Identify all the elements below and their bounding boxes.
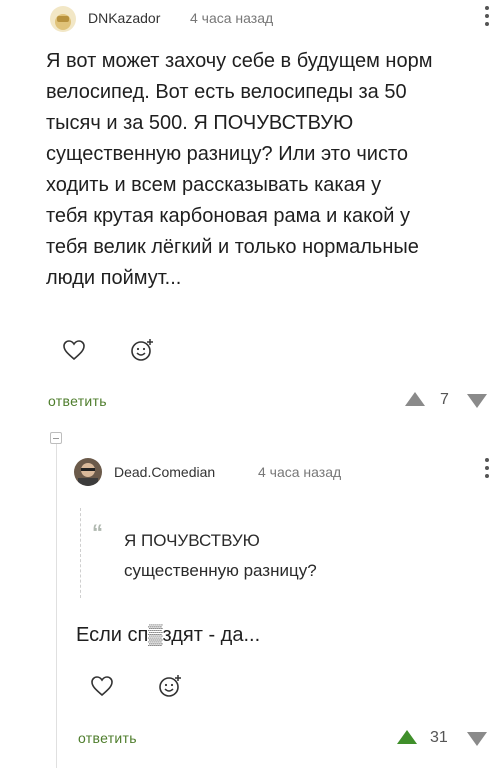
quote-text: Я ПОЧУВСТВУЮ существенную разницу?	[124, 526, 317, 586]
comment-body: Я вот может захочу себе в будущем норм в…	[46, 46, 500, 294]
emoji-add-icon	[131, 339, 153, 361]
vote-count: 7	[440, 391, 449, 408]
heart-icon	[63, 340, 85, 361]
kebab-menu-icon[interactable]	[484, 458, 490, 482]
downvote-button[interactable]	[466, 731, 488, 752]
vote-count: 31	[430, 729, 448, 746]
comment-line: тебя велик лёгкий и только нормальные	[46, 236, 419, 258]
comment-time: 4 часа назад	[258, 464, 342, 480]
downvote-icon	[467, 394, 487, 408]
comment-body: Если сп▒здят - да...	[76, 624, 261, 646]
comment-line: существенную разницу? Или это чисто	[46, 143, 409, 165]
add-reaction-button[interactable]	[122, 330, 162, 370]
kebab-menu-icon[interactable]	[484, 6, 490, 30]
like-button[interactable]	[54, 330, 94, 370]
quote-line: Я ПОЧУВСТВУЮ	[124, 531, 260, 550]
like-button[interactable]	[82, 666, 122, 706]
reply-link[interactable]: ответить	[48, 393, 107, 409]
emoji-add-icon	[159, 675, 181, 697]
avatar-image	[55, 14, 71, 30]
comment-line: Я вот может захочу себе в будущем норм	[46, 50, 433, 72]
quote-line: существенную разницу?	[124, 561, 317, 580]
quote-icon: “	[92, 520, 103, 545]
comment-line: тысяч и за 500. Я ПОЧУВСТВУЮ	[46, 112, 354, 134]
heart-icon	[91, 676, 113, 697]
collapse-icon[interactable]	[50, 432, 62, 444]
upvote-button[interactable]	[404, 391, 426, 412]
avatar[interactable]	[74, 458, 102, 486]
avatar-image	[78, 463, 98, 486]
comment-line: тебя крутая карбоновая рама и какой у	[46, 205, 410, 227]
upvote-button[interactable]	[396, 729, 418, 750]
comment-time: 4 часа назад	[190, 10, 274, 26]
avatar[interactable]	[50, 6, 76, 32]
upvote-icon	[397, 730, 417, 744]
reply-link[interactable]: ответить	[78, 730, 137, 746]
upvote-icon	[405, 392, 425, 406]
downvote-button[interactable]	[466, 393, 488, 414]
comment-author[interactable]: DNKazador	[88, 10, 160, 26]
comment-author[interactable]: Dead.Comedian	[114, 464, 215, 480]
comment-line: люди поймут...	[46, 267, 182, 289]
comment-line: велосипед. Вот есть велосипеды за 50	[46, 81, 407, 103]
thread-line	[56, 444, 57, 768]
downvote-icon	[467, 732, 487, 746]
add-reaction-button[interactable]	[150, 666, 190, 706]
comment-line: ходить и всем рассказывать какая у	[46, 174, 382, 196]
